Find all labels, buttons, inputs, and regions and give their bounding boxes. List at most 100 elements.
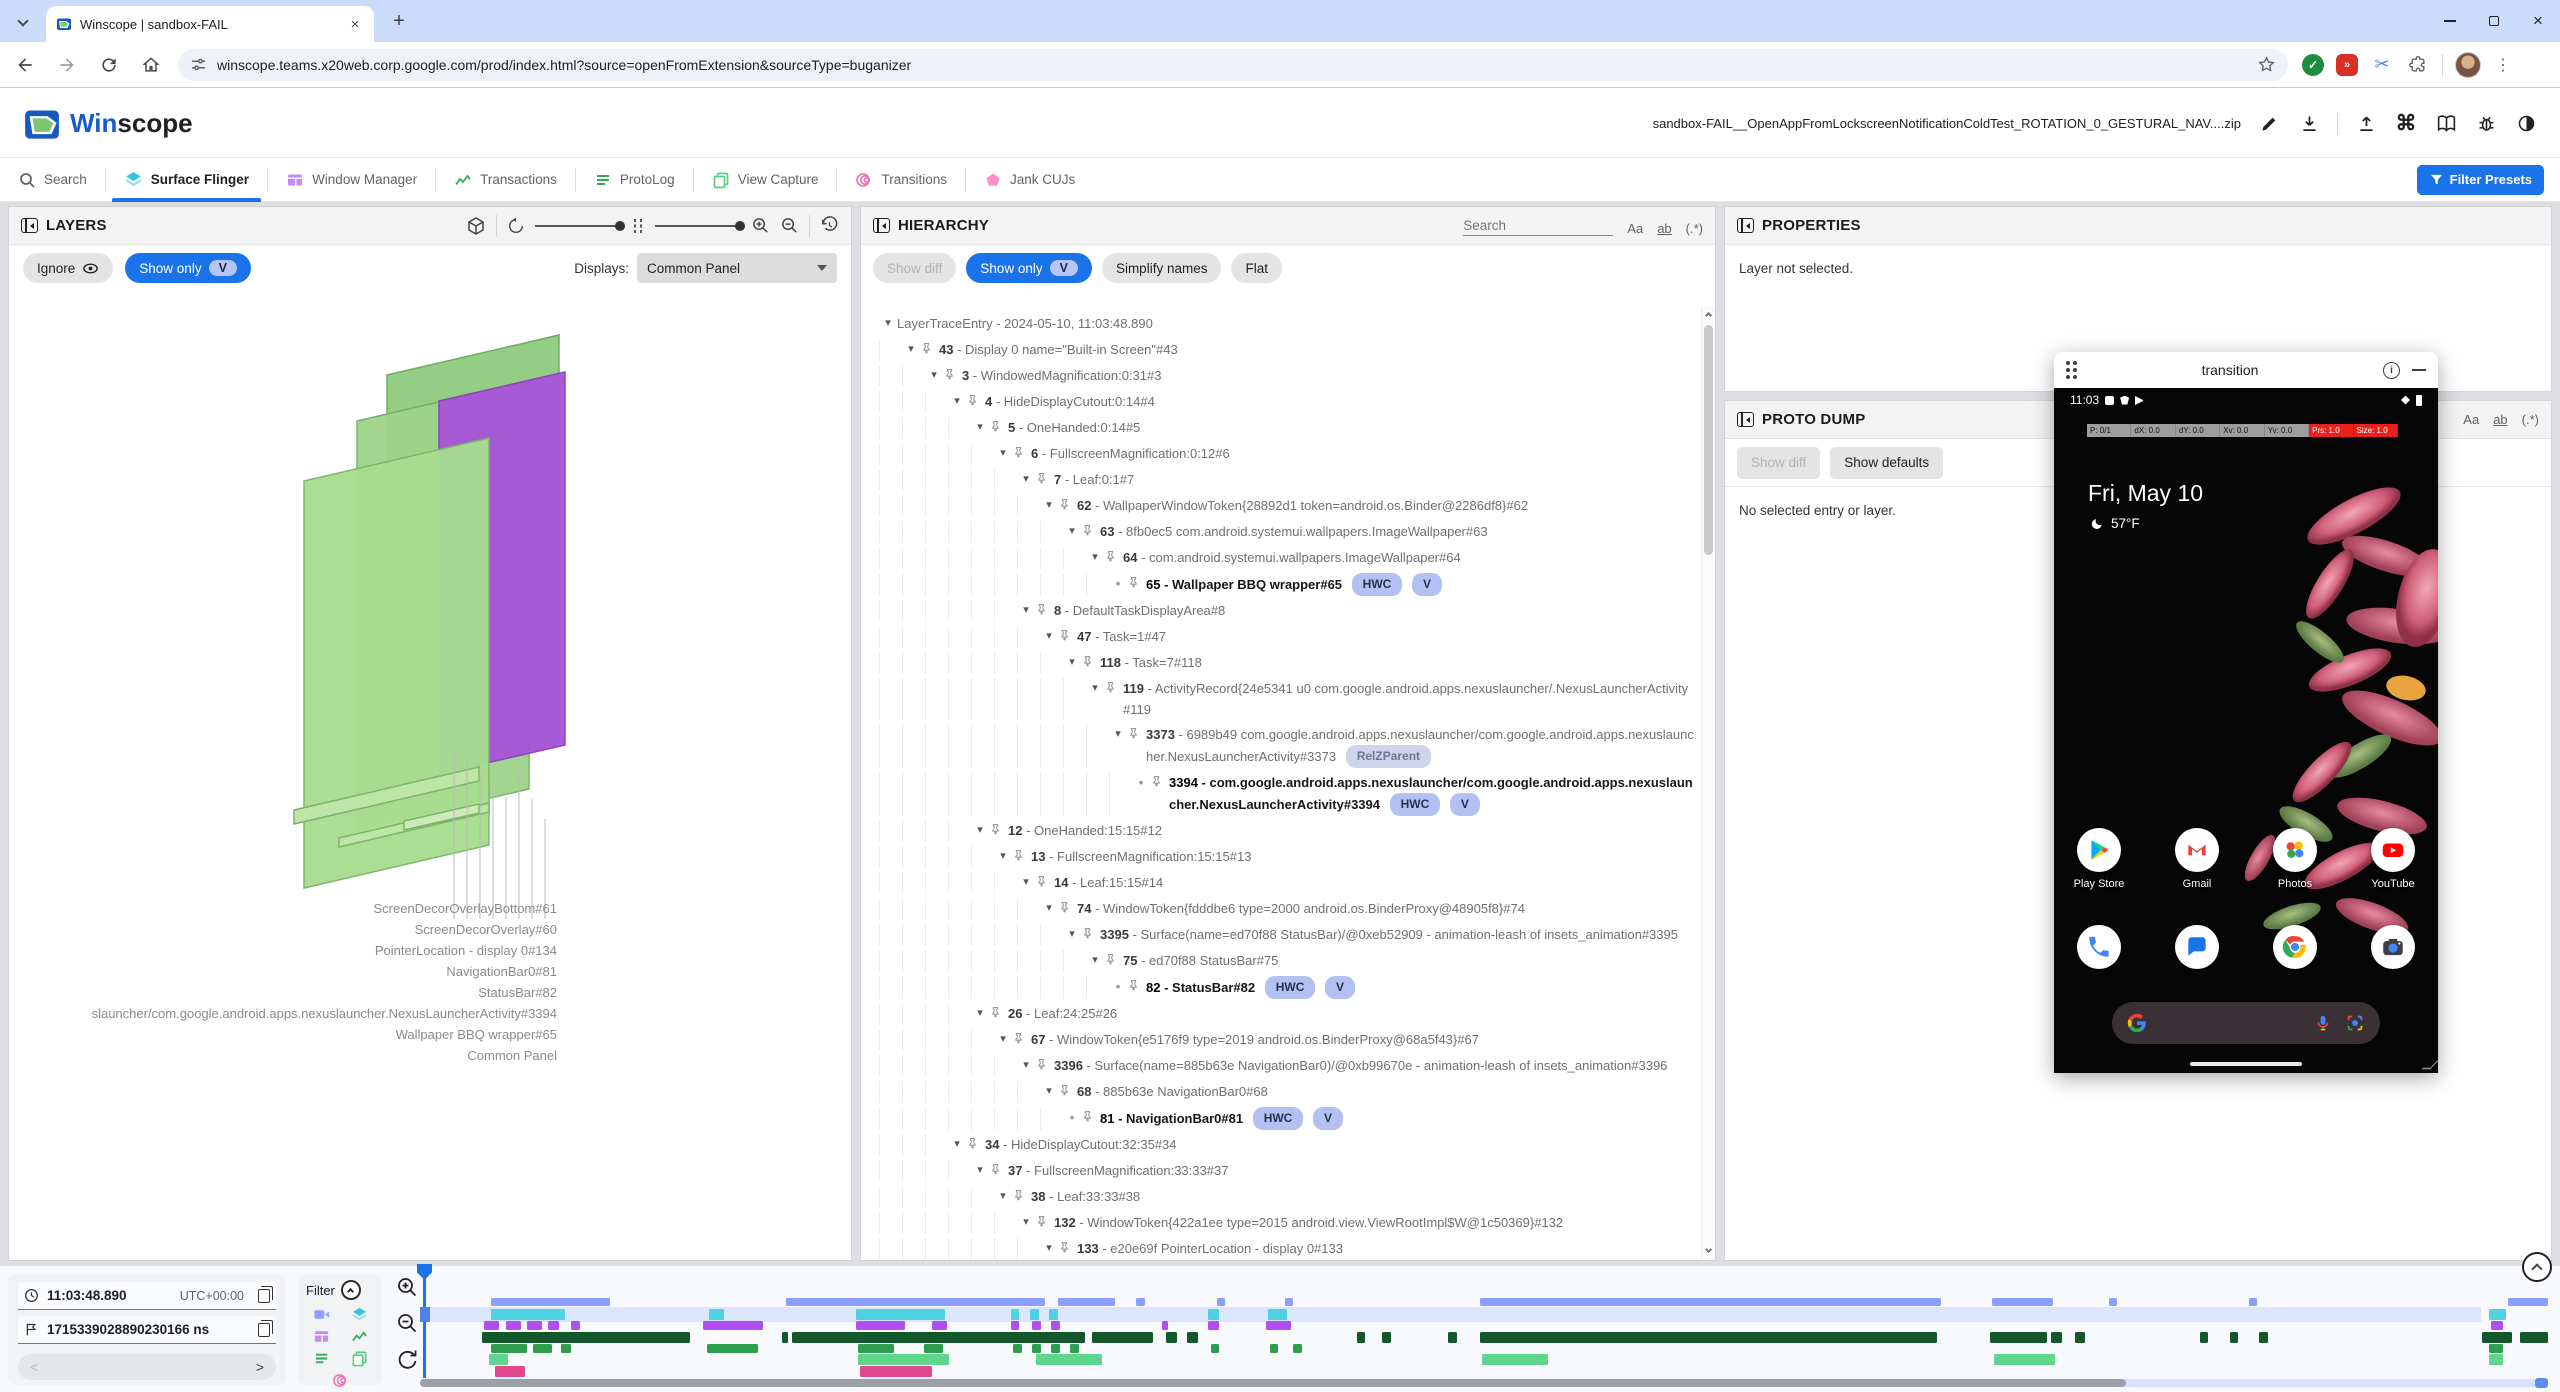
extensions-puzzle-icon[interactable] [2406,53,2430,77]
match-word-icon[interactable]: ab [2493,412,2507,427]
ignore-button[interactable]: Ignore [23,253,113,283]
trace-segment[interactable] [2230,1332,2238,1343]
trace-segment[interactable] [484,1321,499,1330]
phone-icon[interactable] [2077,925,2121,969]
google-search-bar[interactable] [2112,1002,2380,1044]
trace-segment[interactable] [858,1354,949,1365]
upload-icon[interactable] [2354,112,2378,136]
trace-segment[interactable] [2489,1354,2504,1365]
pin-icon[interactable] [989,419,1002,434]
zoom-range-thumb[interactable] [420,1379,2126,1387]
browser-menu-icon[interactable]: ⋮ [2493,55,2513,75]
reset-zoom-icon[interactable] [396,1348,418,1370]
pin-icon[interactable] [1058,1083,1071,1098]
trace-segment[interactable] [1092,1332,1154,1343]
hierarchy-search-input[interactable] [1463,216,1613,236]
time-value[interactable]: 11:03:48.890 [47,1288,127,1303]
tree-node[interactable]: •81 - NavigationBar0#81 HWC V [871,1105,1701,1132]
trace-segment[interactable] [1992,1298,2054,1306]
show-diff-button[interactable]: Show diff [873,253,956,283]
play-store-icon[interactable] [2077,828,2121,872]
zoom-out-icon[interactable] [396,1312,418,1334]
expand-arrow-icon[interactable]: ▾ [971,417,989,438]
track-view-capture[interactable] [425,1354,2548,1365]
trace-segment[interactable] [491,1344,527,1353]
window-close-button[interactable]: × [2516,0,2560,42]
trace-segment[interactable] [491,1309,565,1320]
pin-icon[interactable] [1012,848,1025,863]
camera-icon[interactable] [2371,925,2415,969]
tree-node[interactable]: ▾43 - Display 0 name="Built-in Screen"#4… [871,337,1701,363]
expand-arrow-icon[interactable]: ▾ [994,443,1012,464]
trace-segment[interactable] [1051,1321,1059,1330]
trace-segment[interactable] [792,1332,1085,1343]
trace-segment[interactable] [1058,1298,1115,1306]
pin-icon[interactable] [989,1005,1002,1020]
expand-arrow-icon[interactable]: ▾ [1040,898,1058,919]
trace-segment[interactable] [1049,1309,1057,1320]
trace-segment[interactable] [1136,1298,1144,1306]
scrollbar-thumb[interactable] [1704,325,1713,555]
regex-icon[interactable]: (.*) [1686,221,1703,236]
tree-node[interactable]: ▾4 - HideDisplayCutout:0:14#4 [871,389,1701,415]
trace-segment[interactable] [1217,1298,1225,1306]
trace-segment[interactable] [1270,1344,1278,1353]
tree-node[interactable]: ▾62 - WallpaperWindowToken{28892d1 token… [871,493,1701,519]
trace-segment[interactable] [1994,1354,2056,1365]
expand-arrow-icon[interactable]: ▾ [879,313,897,334]
window-restore-button[interactable] [2472,0,2516,42]
tab-close-icon[interactable]: × [346,16,364,33]
drag-handle-icon[interactable] [2066,361,2077,379]
expand-arrow-icon[interactable]: ▾ [1017,600,1035,621]
tree-node[interactable]: ▾119 - ActivityRecord{24e5341 u0 com.goo… [871,676,1701,722]
expand-arrow-icon[interactable]: ▾ [994,846,1012,867]
trace-segment[interactable] [1030,1309,1038,1320]
trace-segment[interactable] [1382,1332,1390,1343]
transition-window[interactable]: transition i [2054,352,2438,1073]
collapse-panel-icon[interactable] [21,218,38,233]
tree-node[interactable]: ▾12 - OneHanded:15:15#12 [871,818,1701,844]
timestamp-ns-value[interactable]: 1715339028890230166 ns [47,1322,209,1337]
reload-icon[interactable] [92,48,126,82]
trace-segment[interactable] [786,1298,1045,1306]
trace-segment[interactable] [1032,1321,1040,1330]
tree-node[interactable]: ▾8 - DefaultTaskDisplayArea#8 [871,598,1701,624]
timeline-collapse-button[interactable] [2522,1252,2552,1282]
trace-segment[interactable] [561,1344,572,1353]
track-window-manager[interactable] [425,1321,2548,1330]
app-youtube[interactable]: YouTube [2358,828,2428,890]
match-case-icon[interactable]: Aa [1627,221,1643,236]
trace-segment[interactable] [1266,1321,1291,1330]
tab-window-manager[interactable]: Window Manager [268,158,435,202]
tree-node[interactable]: ▾133 - e20e69f PointerLocation - display… [871,1236,1701,1260]
expand-arrow-icon[interactable]: ▾ [971,1003,989,1024]
trace-segment[interactable] [1166,1332,1177,1343]
tree-node[interactable]: ▾13 - FullscreenMagnification:15:15#13 [871,844,1701,870]
trace-segment[interactable] [1357,1332,1365,1343]
hierarchy-scrollbar[interactable] [1701,307,1715,1260]
pin-icon[interactable] [943,367,956,382]
edit-icon[interactable] [2257,112,2281,136]
app-gmail[interactable]: Gmail [2162,828,2232,890]
rotation-slider[interactable] [535,225,621,227]
collapse-panel-icon[interactable] [873,218,890,233]
omnibox[interactable]: winscope.teams.x20web.corp.google.com/pr… [178,49,2288,81]
pin-icon[interactable] [1127,726,1140,741]
trace-segment[interactable] [1162,1321,1168,1330]
zoom-out-icon[interactable] [780,216,799,235]
track-protolog[interactable] [425,1344,2548,1353]
report-bug-icon[interactable] [2474,112,2498,136]
tree-node[interactable]: ▾118 - Task=7#118 [871,650,1701,676]
trace-segment[interactable] [482,1332,690,1343]
trace-segment[interactable] [1480,1298,1941,1306]
tab-jank-cujs[interactable]: Jank CUJs [966,158,1093,202]
trace-segment[interactable] [1480,1332,1936,1343]
tab-protolog[interactable]: ProtoLog [576,158,693,202]
show-defaults-button[interactable]: Show defaults [1830,447,1943,479]
trace-segment[interactable] [1211,1344,1219,1353]
pin-icon[interactable] [1127,575,1140,590]
voice-search-icon[interactable] [2312,1012,2334,1034]
app-play-store[interactable]: Play Store [2064,828,2134,890]
pin-icon[interactable] [1058,1240,1071,1255]
chrome-icon[interactable] [2273,925,2317,969]
